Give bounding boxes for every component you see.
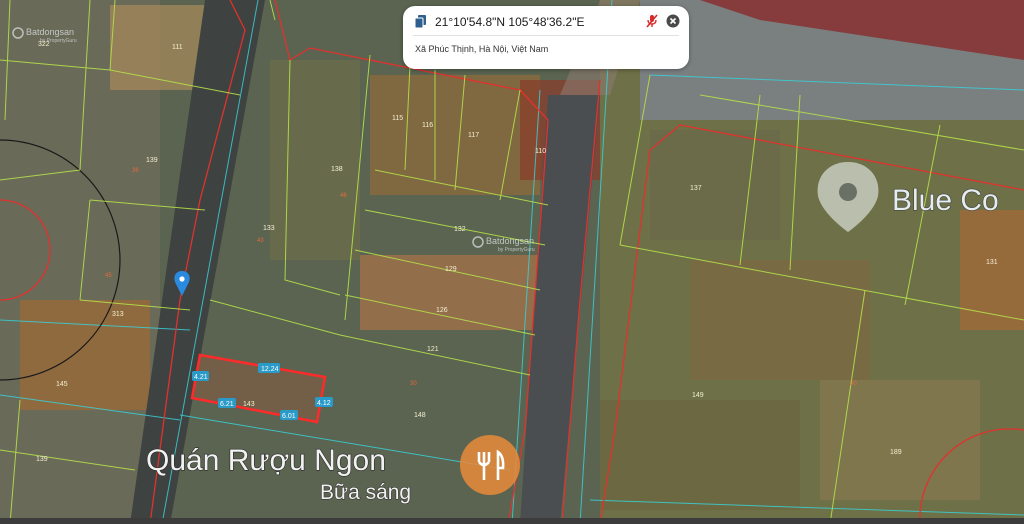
poi-name: Blue Co <box>892 184 999 217</box>
dim-right: 4.12 <box>317 400 331 407</box>
plot-number: 121 <box>427 346 439 353</box>
plot-number: 137 <box>690 185 702 192</box>
map-canvas[interactable]: 12.24 4.21 4.12 6.21 6.01 143 322 111 13… <box>0 0 1024 524</box>
plot-number: 110 <box>535 148 546 155</box>
svg-text:Batdongsan: Batdongsan <box>26 27 74 37</box>
address-text: Xã Phúc Thịnh, Hà Nội, Việt Nam <box>415 44 549 54</box>
plot-number: 45 <box>105 273 112 279</box>
poi-subtitle: Bữa sáng <box>320 481 411 504</box>
plot-number: 43 <box>257 238 264 244</box>
plot-number: 115 <box>392 115 403 122</box>
plot-number: 139 <box>36 456 48 463</box>
plot-number: 131 <box>986 259 998 266</box>
svg-text:by PropertyGuru: by PropertyGuru <box>498 247 535 253</box>
plot-number: 111 <box>172 44 183 51</box>
close-icon[interactable] <box>666 14 680 28</box>
dim-bottom-left: 6.21 <box>220 401 234 408</box>
copy-icon[interactable] <box>415 15 427 29</box>
plot-number: 138 <box>331 166 343 173</box>
poi-name: Quán Rượu Ngon <box>146 444 386 477</box>
plot-number: 36 <box>132 168 139 174</box>
selected-parcel-number: 143 <box>243 401 255 408</box>
location-info-card: 21°10'54.8"N 105°48'36.2"E Xã Phúc Thịnh… <box>403 6 689 69</box>
dim-bottom-right: 6.01 <box>282 413 296 420</box>
plot-number: 139 <box>146 157 158 164</box>
plot-number: 30 <box>410 381 417 387</box>
coordinates-text[interactable]: 21°10'54.8"N 105°48'36.2"E <box>435 15 584 29</box>
plot-number: 129 <box>445 266 457 273</box>
plot-number: 46 <box>340 193 347 199</box>
plot-number: 116 <box>422 122 433 129</box>
dim-top: 12.24 <box>261 366 279 373</box>
dim-left: 4.21 <box>194 374 208 381</box>
mic-off-icon[interactable] <box>645 14 659 28</box>
plot-number: 145 <box>56 381 68 388</box>
bottom-bar <box>0 518 1024 524</box>
plot-number: 30 <box>850 381 857 387</box>
plot-number: 126 <box>436 307 448 314</box>
card-divider <box>413 35 679 36</box>
plot-number: 132 <box>454 226 466 233</box>
svg-text:by PropertyGuru: by PropertyGuru <box>40 38 77 44</box>
plot-number: 133 <box>263 225 275 232</box>
plot-number: 149 <box>692 392 704 399</box>
plot-number: 189 <box>890 449 902 456</box>
plot-number: 148 <box>414 412 426 419</box>
plot-number: 117 <box>468 132 479 139</box>
plot-number: 313 <box>112 311 124 318</box>
svg-text:Batdongsan: Batdongsan <box>486 236 534 246</box>
